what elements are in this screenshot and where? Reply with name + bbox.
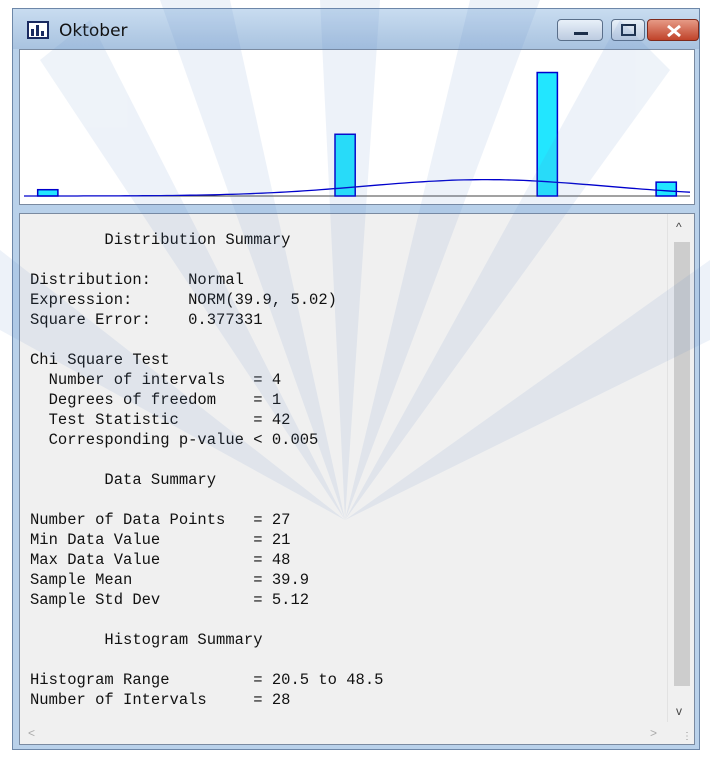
report-line: Min Data Value = 21 — [30, 531, 291, 549]
chart-app-icon — [27, 21, 49, 39]
summary-report: Distribution Summary Distribution: Normal… — [30, 230, 383, 710]
report-line: Max Data Value = 48 — [30, 551, 291, 569]
scroll-right-icon[interactable]: > — [650, 726, 657, 740]
report-line — [30, 490, 383, 510]
report-line: Expression: NORM(39.9, 5.02) — [30, 291, 337, 309]
report-line — [30, 450, 383, 470]
resize-grip-icon[interactable]: ⋮ — [682, 731, 692, 742]
report-line: Sample Std Dev = 5.12 — [30, 591, 310, 609]
scroll-thumb[interactable] — [674, 242, 690, 686]
report-line: Square Error: 0.377331 — [30, 311, 263, 329]
summary-pane: Distribution Summary Distribution: Normal… — [19, 213, 695, 745]
maximize-button[interactable] — [611, 19, 645, 41]
report-line: Chi Square Test — [30, 351, 170, 369]
close-icon — [667, 24, 681, 38]
scroll-down-icon[interactable]: v — [676, 704, 682, 718]
close-button[interactable] — [647, 19, 699, 41]
window-title: Oktober — [59, 21, 128, 41]
maximize-icon — [621, 24, 636, 36]
horizontal-scrollbar[interactable]: < > — [20, 722, 670, 744]
report-line — [30, 250, 383, 270]
minimize-button[interactable] — [557, 19, 603, 41]
histogram-bar — [536, 71, 559, 197]
histogram-bar — [36, 188, 59, 197]
report-line: Distribution: Normal — [30, 271, 244, 289]
report-line — [30, 650, 383, 670]
histogram-pane — [19, 49, 695, 205]
report-line: Distribution Summary — [30, 231, 291, 249]
report-line — [30, 330, 383, 350]
report-line: Histogram Summary — [30, 631, 263, 649]
report-line: Number of intervals = 4 — [30, 371, 282, 389]
report-line — [30, 610, 383, 630]
vertical-scrollbar[interactable]: ^ v — [667, 214, 694, 724]
distribution-window: Oktober Distribution Summary Distribution… — [12, 8, 700, 750]
report-line: Histogram Range = 20.5 to 48.5 — [30, 671, 384, 689]
title-bar[interactable]: Oktober — [13, 9, 699, 49]
normal-curve-line — [24, 178, 691, 197]
report-line: Sample Mean = 39.9 — [30, 571, 310, 589]
report-line: Corresponding p-value < 0.005 — [30, 431, 319, 449]
report-line: Data Summary — [30, 471, 217, 489]
report-line: Number of Data Points = 27 — [30, 511, 291, 529]
report-line: Degrees of freedom = 1 — [30, 391, 282, 409]
histogram-chart — [24, 71, 691, 197]
minimize-icon — [574, 32, 588, 35]
scroll-up-icon[interactable]: ^ — [676, 220, 682, 234]
report-line: Test Statistic = 42 — [30, 411, 291, 429]
report-line: Number of Intervals = 28 — [30, 691, 291, 709]
scroll-left-icon[interactable]: < — [28, 726, 35, 740]
histogram-bar — [655, 181, 678, 197]
